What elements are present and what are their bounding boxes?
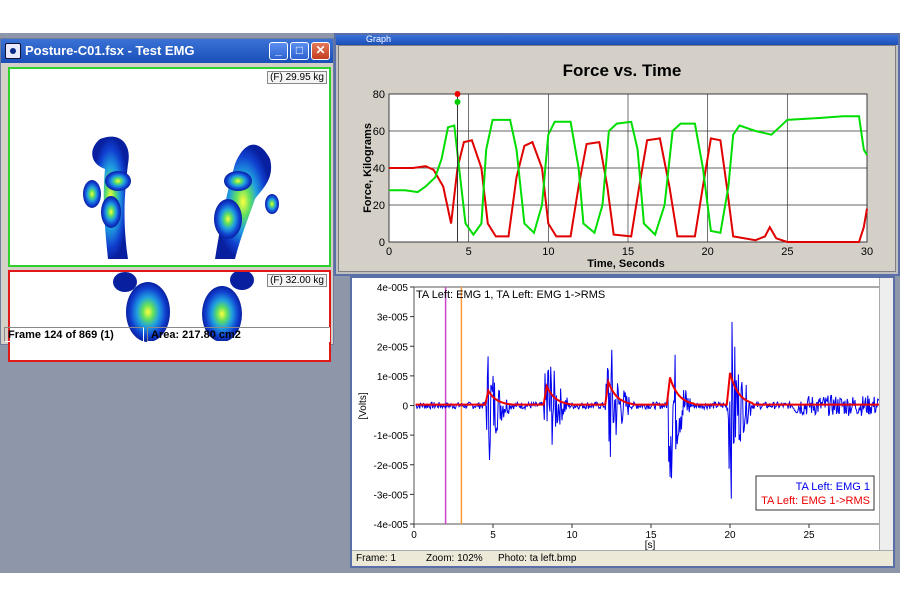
x-tick-label: 5 bbox=[490, 530, 496, 541]
emg-legend-top: TA Left: EMG 1, TA Left: EMG 1->RMS bbox=[416, 289, 605, 301]
status-zoom: Zoom: 102% bbox=[426, 553, 483, 564]
x-tick-label: 10 bbox=[542, 246, 554, 258]
y-tick-label: -3e-005 bbox=[374, 490, 409, 501]
window-title-bar[interactable]: Posture-C01.fsx - Test EMG _ □ ✕ bbox=[1, 39, 333, 63]
x-tick-label: 15 bbox=[622, 246, 634, 258]
pressure-panel-top[interactable]: (F) 29.95 kg bbox=[8, 67, 331, 267]
y-tick-label: -1e-005 bbox=[374, 431, 409, 442]
maximize-button[interactable]: □ bbox=[290, 42, 309, 60]
y-tick-label: 4e-005 bbox=[377, 283, 409, 294]
emg-status-bar: Frame: 1 Zoom: 102% Photo: ta left.bmp bbox=[352, 550, 893, 566]
x-tick-label: 25 bbox=[803, 530, 815, 541]
minimize-button[interactable]: _ bbox=[269, 42, 288, 60]
x-tick-label: 5 bbox=[466, 246, 472, 258]
y-tick-label: 1e-005 bbox=[377, 372, 409, 383]
cursor-marker-green bbox=[454, 99, 461, 105]
y-axis-label: Force, Kilograms bbox=[362, 123, 374, 213]
left-foot-print bbox=[83, 136, 131, 259]
x-tick-label: 30 bbox=[861, 246, 873, 258]
x-tick-label: 0 bbox=[386, 246, 392, 258]
force-graph-window: Graph Force vs. Time 0 5 10 15 20 25 30 0 20 40 60… bbox=[334, 33, 900, 276]
y-tick-label: 2e-005 bbox=[377, 342, 409, 353]
chart-title: Force vs. Time bbox=[563, 61, 682, 80]
window-title: Posture-C01.fsx - Test EMG bbox=[25, 43, 195, 58]
y-tick-label: 0 bbox=[379, 237, 385, 249]
x-tick-label: 10 bbox=[566, 530, 578, 541]
x-tick-label: 0 bbox=[411, 530, 417, 541]
emg-legend-item: TA Left: EMG 1 bbox=[796, 481, 870, 493]
status-frame: Frame: 1 bbox=[356, 553, 397, 564]
pressure-map-window: Posture-C01.fsx - Test EMG _ □ ✕ (F) 29.… bbox=[0, 38, 334, 362]
force-label-top: (F) 29.95 kg bbox=[267, 71, 327, 84]
vertical-scrollbar[interactable] bbox=[879, 278, 893, 566]
pressure-panel-bottom[interactable]: (F) 32.00 kg bbox=[8, 270, 331, 362]
y-tick-label: 0 bbox=[402, 402, 408, 413]
force-label-bottom: (F) 32.00 kg bbox=[267, 274, 327, 287]
y-tick-label: 80 bbox=[373, 89, 385, 101]
graph-window-title: Graph bbox=[366, 35, 392, 44]
close-button[interactable]: ✕ bbox=[311, 42, 330, 60]
right-foot-print bbox=[214, 144, 279, 259]
emg-y-label: [Volts] bbox=[358, 392, 369, 419]
emg-window: 0510152025304e-0053e-0052e-0051e-0050-1e… bbox=[350, 276, 895, 568]
x-tick-label: 20 bbox=[702, 246, 714, 258]
cursor-marker-red bbox=[454, 91, 461, 97]
y-tick-label: 20 bbox=[373, 200, 385, 212]
force-chart: Force vs. Time 0 5 10 15 20 25 30 0 20 40 60 80 Tim… bbox=[362, 61, 873, 270]
app-icon bbox=[5, 43, 21, 59]
y-tick-label: 60 bbox=[373, 126, 385, 138]
emg-chart: 0510152025304e-0053e-0052e-0051e-0050-1e… bbox=[358, 283, 894, 551]
x-tick-label: 20 bbox=[724, 530, 736, 541]
status-photo: Photo: ta left.bmp bbox=[498, 553, 577, 564]
y-tick-label: 3e-005 bbox=[377, 313, 409, 324]
y-tick-label: -2e-005 bbox=[374, 461, 409, 472]
y-tick-label: -4e-005 bbox=[374, 520, 409, 531]
graph-title-bar[interactable]: Graph bbox=[336, 35, 898, 45]
x-tick-label: 25 bbox=[781, 246, 793, 258]
pressure-status-bar: Frame 124 of 869 (1) Area: 217.80 cm2 bbox=[4, 327, 330, 343]
emg-legend-item: TA Left: EMG 1->RMS bbox=[761, 495, 870, 507]
y-tick-label: 40 bbox=[373, 163, 385, 175]
status-frame: Frame 124 of 869 (1) bbox=[4, 327, 144, 342]
status-area: Area: 217.80 cm2 bbox=[147, 327, 330, 342]
foot-pressure-image-top bbox=[83, 136, 279, 259]
x-axis-label: Time, Seconds bbox=[587, 258, 664, 270]
